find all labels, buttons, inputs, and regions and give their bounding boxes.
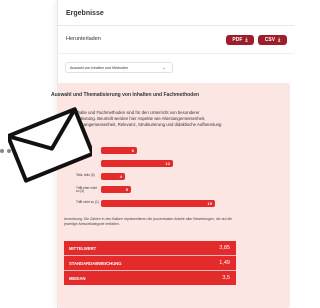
bar-value-label: 6 [131,148,134,154]
download-label: Herunterladen [66,36,101,42]
csv-download-button[interactable]: CSV ⤓ [258,35,287,45]
csv-button-label: CSV [264,37,276,43]
bar-label: Trifft nicht zu (1) [76,199,99,204]
bar-value-label: 4 [119,174,122,180]
stat-value: 3,5 [222,275,230,281]
panel-description-line: Bedeutung. Beurteilt werden hier Aspekte… [74,116,206,121]
bar-label: Trifft eher nicht zu (2) [76,185,98,194]
chart-note: Anmerkung: Die Zahlen in den Balken repr… [64,217,233,226]
bar-value-label: 5 [125,187,128,193]
stat-label: MITTELWERT [69,245,97,251]
envelope-icon [8,107,92,183]
bar: 5 [101,186,131,193]
bar: 4 [101,173,125,180]
pdf-download-button[interactable]: PDF ⤓ [226,35,254,45]
panel-title: Auswahl und Thematisierung von Inhalten … [51,92,200,98]
download-icon: ⤓ [245,37,248,43]
content-select[interactable]: Auswahl von Inhalten und Methoden ⌄ [65,62,173,73]
divider [58,53,294,54]
panel-description-line: Inhalte und Fachmethoden sind für den Un… [74,110,200,115]
stat-value: 3,85 [219,245,230,251]
stat-mean: MITTELWERT 3,85 [64,241,236,255]
card-title: Ergebnisse [66,10,104,17]
stat-label: MEDIAN [69,275,86,281]
bar: 12 [101,160,173,167]
download-icon: ⤓ [278,37,281,43]
stat-label: STANDARDABWEICHUNG [69,260,122,266]
chevron-down-icon: ⌄ [162,65,166,70]
select-value: Auswahl von Inhalten und Methoden [70,65,129,70]
panel-description-line: Sachangemessenheit, Relevanz, Strukturie… [74,122,222,127]
divider [58,25,294,26]
trail-dot [0,149,4,153]
bar: 6 [101,147,137,154]
bar-value-label: 12 [165,161,170,167]
bar: 19 [101,200,215,207]
stat-value: 1,49 [219,260,230,266]
pdf-button-label: PDF [232,37,243,43]
screenshot-stage: Ergebnisse Herunterladen PDF ⤓ CSV ⤓ Aus… [0,0,294,308]
bar-value-label: 19 [207,201,212,207]
stat-median: MEDIAN 3,5 [64,271,236,285]
stat-standard-deviation: STANDARDABWEICHUNG 1,49 [64,256,236,270]
